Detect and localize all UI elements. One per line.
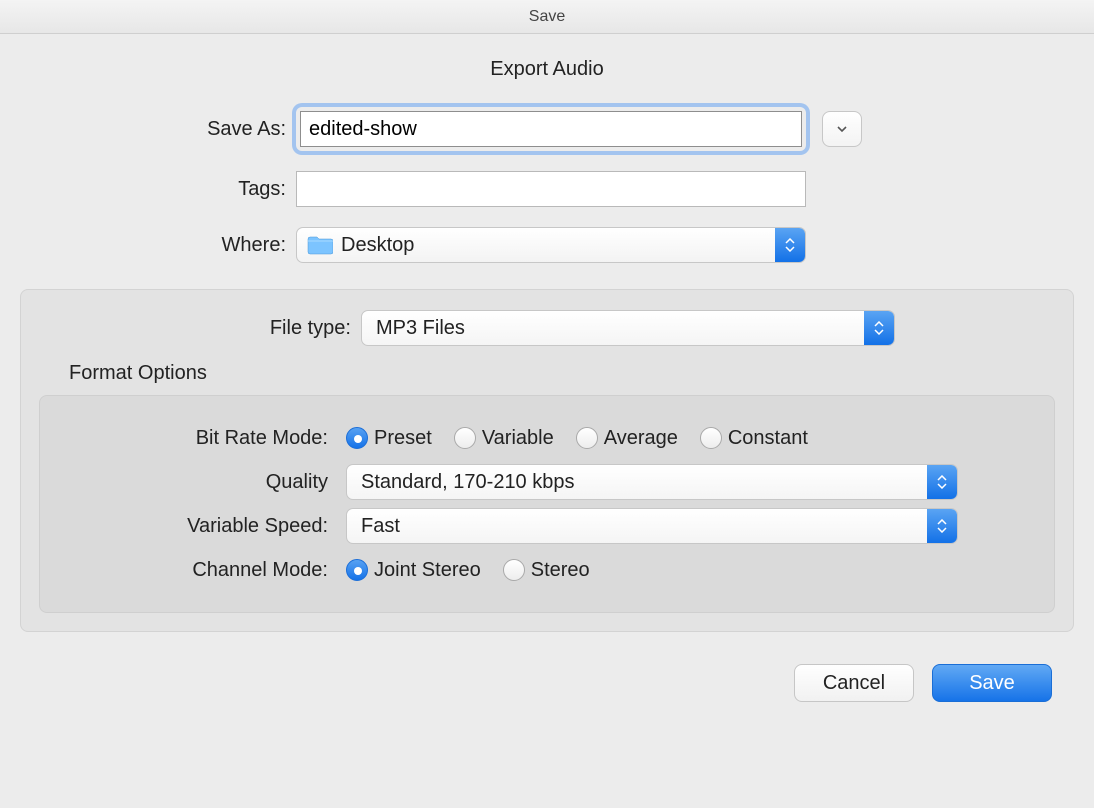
save-as-input[interactable] — [300, 111, 802, 147]
export-settings-panel: File type: MP3 Files Format Options Bit … — [20, 289, 1074, 632]
file-type-select[interactable]: MP3 Files — [361, 310, 895, 346]
radio-icon — [346, 427, 368, 449]
radio-label: Stereo — [531, 559, 590, 582]
radio-label: Preset — [374, 427, 432, 450]
format-options-panel: Bit Rate Mode: Preset Variable Averag — [39, 395, 1055, 613]
radio-icon — [503, 559, 525, 581]
quality-select[interactable]: Standard, 170-210 kbps — [346, 464, 958, 500]
file-type-value: MP3 Files — [376, 317, 465, 340]
where-row: Where: Desktop — [20, 227, 1074, 263]
channel-mode-joint-stereo-radio[interactable]: Joint Stereo — [346, 559, 481, 582]
radio-icon — [700, 427, 722, 449]
radio-icon — [576, 427, 598, 449]
save-as-label: Save As: — [20, 118, 286, 141]
radio-label: Average — [604, 427, 678, 450]
bit-rate-mode-constant-radio[interactable]: Constant — [700, 427, 808, 450]
expand-save-panel-button[interactable] — [822, 111, 862, 147]
bit-rate-mode-label: Bit Rate Mode: — [58, 427, 336, 450]
updown-stepper-icon — [775, 228, 805, 262]
updown-stepper-icon — [864, 311, 894, 345]
where-value: Desktop — [341, 234, 414, 257]
quality-value: Standard, 170-210 kbps — [361, 471, 575, 494]
save-as-focus-ring — [296, 107, 806, 151]
variable-speed-select[interactable]: Fast — [346, 508, 958, 544]
where-location-popup[interactable]: Desktop — [296, 227, 806, 263]
updown-stepper-icon — [927, 465, 957, 499]
dialog-footer: Cancel Save — [20, 644, 1074, 702]
tags-input[interactable] — [296, 171, 806, 207]
chevron-down-icon — [836, 123, 848, 135]
variable-speed-label: Variable Speed: — [58, 515, 336, 538]
bit-rate-mode-group: Preset Variable Average Constant — [346, 427, 808, 450]
tags-row: Tags: — [20, 171, 1074, 207]
dialog-content: Export Audio Save As: Tags: Where: — [0, 34, 1094, 808]
format-options-title: Format Options — [69, 362, 1055, 385]
variable-speed-value: Fast — [361, 515, 400, 538]
quality-row: Quality Standard, 170-210 kbps — [58, 460, 1036, 504]
radio-label: Variable — [482, 427, 554, 450]
tags-label: Tags: — [20, 178, 286, 201]
channel-mode-row: Channel Mode: Joint Stereo Stereo — [58, 548, 1036, 592]
radio-icon — [454, 427, 476, 449]
channel-mode-label: Channel Mode: — [58, 559, 336, 582]
quality-label: Quality — [58, 471, 336, 494]
variable-speed-row: Variable Speed: Fast — [58, 504, 1036, 548]
channel-mode-group: Joint Stereo Stereo — [346, 559, 590, 582]
window-title: Save — [0, 0, 1094, 34]
bit-rate-mode-average-radio[interactable]: Average — [576, 427, 678, 450]
updown-stepper-icon — [927, 509, 957, 543]
folder-icon — [307, 235, 333, 255]
file-type-row: File type: MP3 Files — [39, 310, 1055, 346]
cancel-button[interactable]: Cancel — [794, 664, 914, 702]
dialog-heading: Export Audio — [20, 58, 1074, 81]
bit-rate-mode-variable-radio[interactable]: Variable — [454, 427, 554, 450]
bit-rate-mode-preset-radio[interactable]: Preset — [346, 427, 432, 450]
save-dialog: Save Export Audio Save As: Tags: Where: — [0, 0, 1094, 808]
channel-mode-stereo-radio[interactable]: Stereo — [503, 559, 590, 582]
bit-rate-mode-row: Bit Rate Mode: Preset Variable Averag — [58, 416, 1036, 460]
radio-icon — [346, 559, 368, 581]
save-as-row: Save As: — [20, 107, 1074, 151]
radio-label: Constant — [728, 427, 808, 450]
save-button[interactable]: Save — [932, 664, 1052, 702]
radio-label: Joint Stereo — [374, 559, 481, 582]
where-label: Where: — [20, 234, 286, 257]
file-type-label: File type: — [39, 317, 351, 340]
